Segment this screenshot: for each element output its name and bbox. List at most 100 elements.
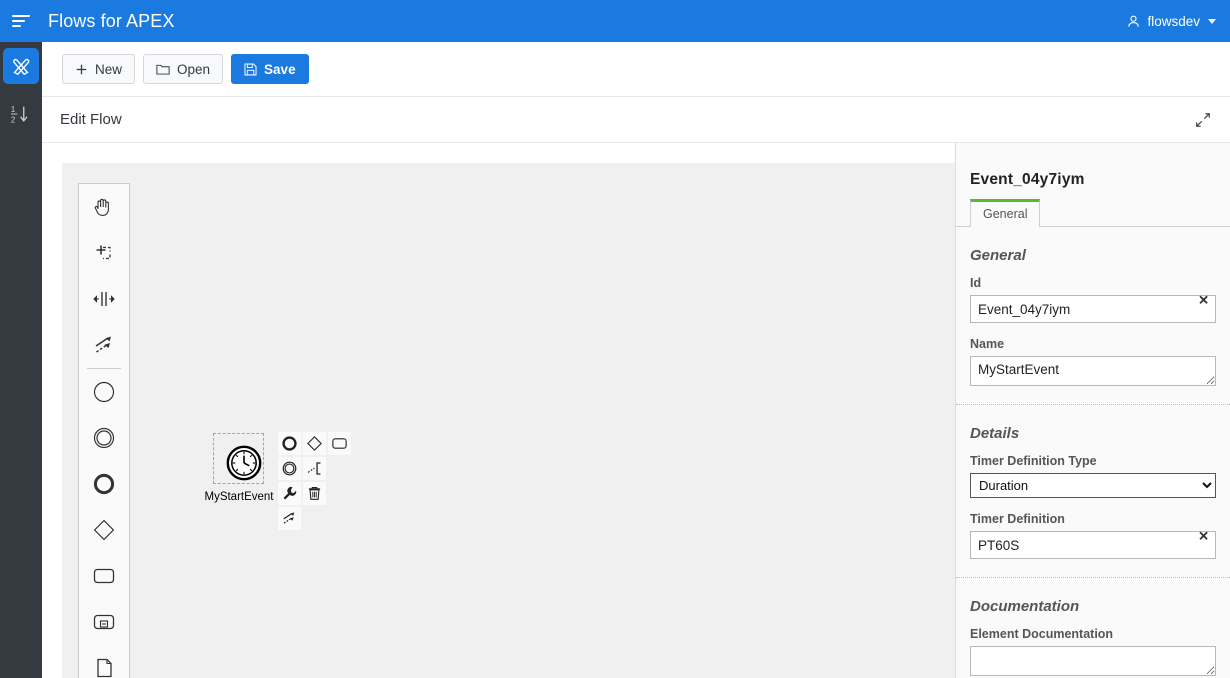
context-pad-change-element-type[interactable] — [278, 482, 301, 505]
field-element-documentation-label: Element Documentation — [970, 627, 1114, 641]
field-name-label: Name — [970, 337, 1005, 351]
palette-lasso-tool[interactable] — [79, 230, 129, 276]
timer-definition-input[interactable] — [970, 531, 1216, 559]
sort-numeric-down-icon: 1 2 — [10, 105, 28, 124]
timer-definition-type-select[interactable]: Duration — [970, 473, 1216, 498]
document-icon — [97, 658, 112, 678]
application-root: Flows for APEX flowsdev 1 2 New Open Sav… — [0, 0, 1230, 678]
context-pad-spacer-2 — [328, 482, 351, 505]
floppy-disk-icon — [244, 62, 257, 76]
palette-global-connect-tool[interactable] — [79, 322, 129, 368]
selection-outline — [213, 433, 264, 484]
context-pad-spacer — [328, 457, 351, 480]
properties-tabs: General — [956, 199, 1230, 227]
palette-create-exclusive-gateway[interactable] — [79, 507, 129, 553]
expand-arrows-icon — [1196, 112, 1210, 127]
bpmn-palette — [78, 183, 130, 678]
field-timer-definition-type: Timer Definition Type Duration — [970, 454, 1216, 498]
palette-space-tool[interactable] — [79, 276, 129, 322]
bpmn-canvas[interactable]: MyStartEvent — [62, 163, 955, 678]
subprocess-icon — [93, 614, 115, 630]
folder-icon — [156, 64, 170, 75]
open-button[interactable]: Open — [143, 54, 224, 84]
clear-id-icon[interactable]: ✕ — [1198, 293, 1209, 306]
field-timer-definition-type-label: Timer Definition Type — [970, 454, 1097, 468]
pen-cross-icon — [13, 58, 30, 76]
flow-header: Edit Flow — [42, 97, 1230, 143]
tab-general[interactable]: General — [970, 199, 1041, 227]
name-textarea[interactable]: MyStartEvent — [970, 356, 1216, 386]
palette-create-start-event[interactable] — [79, 369, 129, 415]
context-pad-connect-element[interactable] — [278, 507, 301, 530]
element-label: MyStartEvent — [204, 491, 274, 503]
context-pad-append-intermediate-event[interactable] — [278, 457, 301, 480]
hand-icon — [94, 198, 109, 216]
hamburger-icon — [12, 12, 30, 30]
field-name: Name MyStartEvent — [970, 337, 1216, 386]
diamond-icon — [93, 519, 115, 541]
group-heading-details: Details — [970, 425, 1020, 442]
circle-thin-icon — [93, 381, 115, 403]
canvas-element-timer-start-event[interactable]: MyStartEvent — [204, 432, 351, 530]
sidebar-item-sort-numeric[interactable]: 1 2 — [0, 90, 42, 138]
diamond-icon — [307, 436, 322, 451]
element-documentation-textarea[interactable] — [970, 646, 1216, 676]
connection-multi-icon — [283, 512, 295, 524]
field-element-documentation: Element Documentation — [970, 627, 1216, 676]
space-tool-icon — [93, 292, 115, 306]
context-pad-append-end-event[interactable] — [278, 432, 301, 455]
top-navigation-bar: Flows for APEX flowsdev — [0, 0, 1230, 42]
svg-text:1: 1 — [11, 105, 15, 114]
save-button-label: Save — [264, 61, 296, 77]
editor-toolbar: New Open Save — [42, 42, 1230, 97]
field-id-label: Id — [970, 276, 982, 290]
circle-thick-icon — [93, 473, 115, 495]
new-button-label: New — [95, 61, 123, 77]
plus-icon — [76, 64, 87, 74]
section-divider-2 — [956, 577, 1230, 578]
section-divider-1 — [956, 404, 1230, 405]
palette-create-data-object[interactable] — [79, 645, 129, 678]
expand-button[interactable] — [1194, 111, 1212, 129]
circle-thick-icon — [282, 436, 297, 451]
palette-create-intermediate-event[interactable] — [79, 415, 129, 461]
save-button[interactable]: Save — [231, 54, 309, 84]
properties-title: Event_04y7iym — [970, 171, 1085, 188]
rounded-rect-icon — [93, 568, 115, 584]
context-pad-append-task[interactable] — [328, 432, 351, 455]
palette-create-end-event[interactable] — [79, 461, 129, 507]
sidebar-item-flows-editor[interactable] — [0, 42, 42, 90]
group-heading-general: General — [970, 247, 1026, 264]
left-sidebar: 1 2 — [0, 42, 42, 678]
lasso-select-icon — [96, 245, 111, 260]
chevron-down-icon — [1208, 18, 1216, 24]
rounded-rect-icon — [332, 438, 347, 449]
user-name-label: flowsdev — [1147, 13, 1200, 29]
context-pad-append-gateway[interactable] — [303, 432, 326, 455]
open-button-label: Open — [177, 61, 211, 77]
flow-editor: MyStartEvent Event_04y7iym General Gener… — [42, 143, 1230, 678]
palette-create-subprocess[interactable] — [79, 599, 129, 645]
id-input[interactable] — [970, 295, 1216, 323]
new-button[interactable]: New — [62, 54, 136, 84]
clear-timer-definition-icon[interactable]: ✕ — [1198, 529, 1209, 542]
wrench-icon — [283, 486, 297, 500]
menu-toggle-button[interactable] — [0, 0, 42, 42]
user-icon — [1128, 15, 1140, 27]
tab-general-label: General — [983, 207, 1028, 221]
user-menu-button[interactable]: flowsdev — [1126, 0, 1216, 42]
field-timer-definition-label: Timer Definition — [970, 512, 1065, 526]
palette-create-task[interactable] — [79, 553, 129, 599]
field-timer-definition: Timer Definition ✕ — [970, 512, 1216, 559]
svg-text:2: 2 — [11, 115, 15, 124]
connection-multi-icon — [95, 336, 111, 353]
palette-hand-tool[interactable] — [79, 184, 129, 230]
circle-double-icon — [282, 461, 297, 476]
context-pad-delete-element[interactable] — [303, 482, 326, 505]
circle-double-icon — [93, 427, 115, 449]
properties-panel: Event_04y7iym General General Id ✕ Name … — [955, 143, 1230, 678]
context-pad-append-text-annotation[interactable] — [303, 457, 326, 480]
page-title: Edit Flow — [60, 111, 122, 128]
context-pad — [277, 431, 352, 531]
field-id: Id ✕ — [970, 276, 1216, 323]
